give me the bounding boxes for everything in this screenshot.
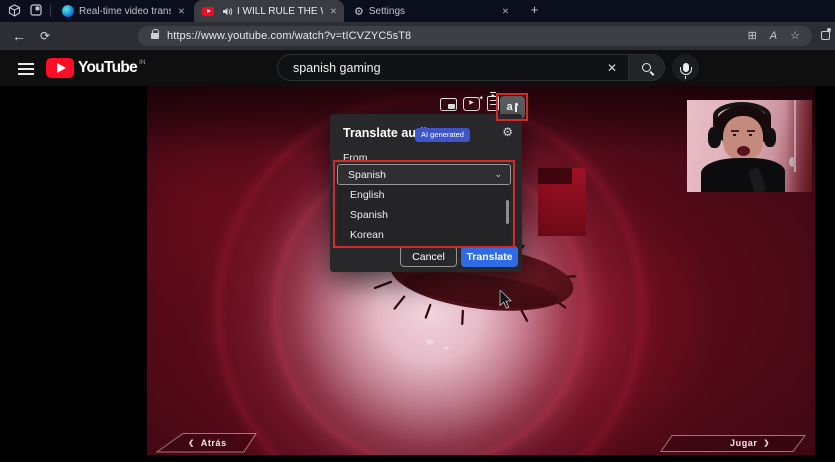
url-text[interactable]: https://www.youtube.com/watch?v=tICVZYC5… — [167, 30, 411, 42]
workspaces-cube-icon[interactable] — [8, 4, 21, 17]
sparkle-icon: ✦ — [479, 93, 484, 104]
tab-separator — [50, 5, 51, 17]
chevron-left-icon: ❮ — [188, 439, 194, 447]
cancel-button[interactable]: Cancel — [400, 246, 457, 267]
back-button[interactable]: ← — [12, 22, 26, 50]
tab-close-icon[interactable]: ✕ — [178, 6, 185, 17]
mouse-cursor — [499, 290, 513, 310]
new-tab-button[interactable]: + — [526, 2, 543, 19]
game-ui-panel-shadow — [538, 168, 572, 184]
annotation-box-translate-icon — [496, 93, 528, 121]
streamer-torso — [701, 158, 785, 192]
search-input[interactable] — [278, 61, 607, 75]
voice-search-button[interactable] — [672, 54, 699, 81]
streamer-webcam-overlay — [687, 100, 812, 192]
read-aloud-icon[interactable]: A — [770, 26, 777, 46]
search-icon — [642, 63, 651, 72]
audio-playing-icon[interactable] — [223, 7, 233, 16]
favorites-star-icon[interactable]: ☆ — [790, 26, 800, 46]
headphone-earcup — [764, 128, 776, 147]
search-box[interactable]: ✕ — [277, 54, 628, 81]
youtube-region-label: IN — [139, 59, 146, 66]
youtube-header: YouTube IN ✕ — [0, 50, 835, 86]
picture-in-picture-icon[interactable] — [440, 98, 457, 111]
extensions-icon[interactable] — [821, 31, 830, 40]
browser-titlebar: Real-time video translation | Micr ✕ I W… — [0, 0, 835, 22]
address-bar[interactable]: https://www.youtube.com/watch?v=tICVZYC5… — [138, 26, 812, 46]
chevron-right-icon: ❯ — [764, 439, 770, 447]
settings-favicon: ⚙ — [354, 5, 364, 18]
tab-actions-icon[interactable] — [30, 4, 42, 16]
streamer-eyebrow — [747, 130, 755, 132]
tab-title: I WILL RULE THE WORLD - Y — [237, 6, 323, 17]
ai-generated-badge: AI generated — [415, 128, 470, 142]
youtube-logo[interactable]: YouTube IN — [46, 58, 146, 78]
game-back-button[interactable]: ❮ Atrás — [160, 433, 255, 452]
dialog-settings-gear-icon[interactable]: ⚙ — [502, 125, 513, 139]
clear-search-icon[interactable]: ✕ — [607, 61, 617, 75]
streamer-eye — [749, 134, 752, 136]
tab-title: Real-time video translation | Micr — [79, 6, 171, 17]
game-back-label: Atrás — [201, 438, 227, 448]
tab-translation-docs[interactable]: Real-time video translation | Micr ✕ — [54, 0, 192, 22]
tab-title: Settings — [369, 6, 495, 17]
streamer-eye — [733, 134, 736, 136]
youtube-favicon — [202, 7, 214, 16]
edge-favicon — [62, 5, 74, 17]
youtube-wordmark: YouTube — [78, 58, 137, 78]
search-button[interactable] — [628, 54, 665, 81]
streamer-eyebrow — [731, 130, 739, 132]
browser-toolbar: ← ⟳ https://www.youtube.com/watch?v=tICV… — [0, 22, 835, 50]
game-play-button[interactable]: Jugar ❯ — [700, 434, 800, 451]
game-play-label: Jugar — [730, 438, 758, 448]
reload-button[interactable]: ⟳ — [40, 22, 50, 50]
video-ai-icon[interactable]: ▶✦ — [463, 97, 480, 111]
tab-settings[interactable]: ⚙ Settings ✕ — [346, 0, 516, 22]
streamer-mouth — [737, 146, 750, 156]
youtube-play-badge — [46, 58, 74, 78]
headphone-earcup — [708, 127, 721, 148]
tab-close-icon[interactable]: ✕ — [330, 6, 337, 17]
split-screen-icon[interactable]: ⊞ — [748, 26, 757, 46]
tab-youtube-video[interactable]: I WILL RULE THE WORLD - Y ✕ — [194, 0, 344, 22]
hamburger-menu-icon[interactable] — [18, 63, 34, 78]
browser-window: Real-time video translation | Micr ✕ I W… — [0, 0, 835, 462]
translate-button[interactable]: Translate — [461, 246, 518, 267]
microphone-icon — [683, 63, 689, 72]
lock-icon[interactable] — [151, 33, 159, 39]
annotation-box-language-select — [333, 160, 515, 248]
red-light-tint — [786, 100, 812, 192]
tab-close-icon[interactable]: ✕ — [502, 6, 509, 17]
